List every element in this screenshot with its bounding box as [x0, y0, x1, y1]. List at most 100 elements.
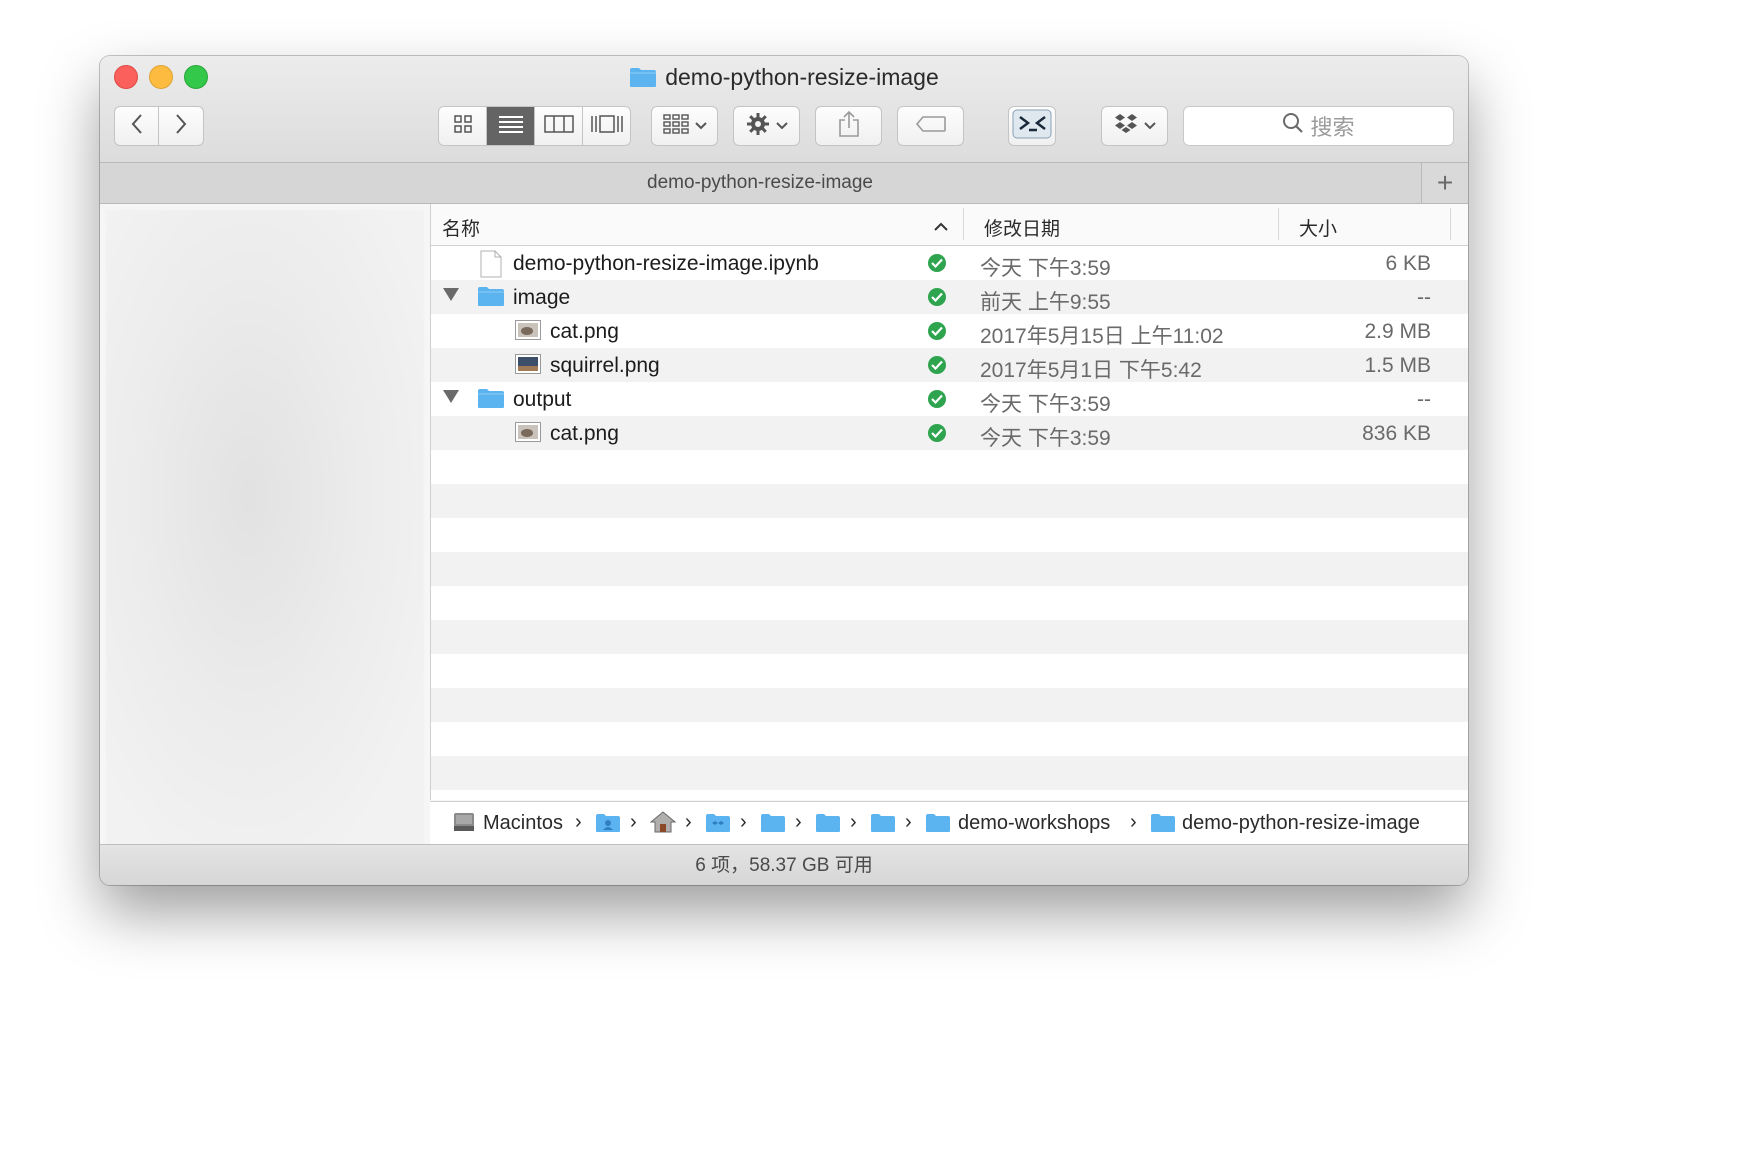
status-bar: 6 项，58.37 GB 可用: [100, 844, 1468, 885]
window-title: demo-python-resize-image: [665, 64, 939, 90]
folder-icon: [629, 66, 657, 94]
forward-button[interactable]: [158, 106, 204, 146]
column-view-button[interactable]: [535, 107, 583, 145]
empty-row: [431, 450, 1468, 484]
empty-row: [431, 518, 1468, 552]
file-size: --: [1417, 286, 1431, 309]
file-date: 2017年5月15日 上午11:02: [980, 325, 1224, 348]
file-name: image: [513, 286, 571, 309]
list-view-button[interactable]: [487, 107, 535, 145]
view-mode-control: [438, 106, 631, 146]
path-current-label[interactable]: demo-python-resize-image: [1182, 812, 1420, 835]
action-menu-button[interactable]: [733, 106, 800, 146]
search-icon: [1282, 112, 1304, 140]
back-button[interactable]: [114, 106, 159, 146]
file-list: 名称 修改日期 大小 demo-python-resize-image.ipyn…: [430, 204, 1468, 800]
search-placeholder: 搜索: [1310, 115, 1355, 140]
sync-check-icon: [928, 288, 946, 306]
chevron-down-icon: [775, 117, 788, 135]
column-size-header[interactable]: 大小: [1299, 214, 1337, 241]
file-date: 今天 下午3:59: [980, 257, 1111, 280]
file-date: 今天 下午3:59: [980, 393, 1111, 416]
chevron-right-icon: ›: [905, 811, 912, 833]
sort-ascending-icon[interactable]: [934, 216, 948, 238]
icon-view-button[interactable]: [439, 107, 487, 145]
path-disk-label[interactable]: Macintos: [483, 812, 565, 835]
image-thumbnail-icon: [515, 422, 541, 448]
file-row[interactable]: demo-python-resize-image.ipynb 今天 下午3:59…: [431, 246, 1468, 280]
chevron-right-icon: ›: [630, 811, 637, 833]
window-title-area: demo-python-resize-image: [100, 64, 1468, 94]
disclosure-triangle-icon[interactable]: [443, 390, 459, 403]
disclosure-triangle-icon[interactable]: [443, 288, 459, 301]
folder-icon: [477, 285, 505, 313]
file-name: demo-python-resize-image.ipynb: [513, 252, 819, 275]
group-icon: [662, 113, 689, 140]
folder-row[interactable]: output 今天 下午3:59 --: [431, 382, 1468, 416]
sync-check-icon: [928, 322, 946, 340]
toolbar: demo-python-resize-image 搜索: [100, 56, 1468, 163]
dropbox-folder-icon[interactable]: [705, 813, 731, 839]
empty-row: [431, 756, 1468, 790]
group-by-button[interactable]: [651, 106, 718, 146]
folder-icon[interactable]: [1150, 813, 1176, 839]
chevron-right-icon: [174, 113, 188, 140]
empty-row: [431, 722, 1468, 756]
file-row[interactable]: cat.png 2017年5月15日 上午11:02 2.9 MB: [431, 314, 1468, 348]
chevron-right-icon: ›: [575, 811, 582, 833]
folder-icon[interactable]: [760, 813, 786, 839]
file-name: cat.png: [550, 422, 619, 445]
home-icon[interactable]: [649, 810, 677, 840]
terminal-button[interactable]: [1008, 106, 1056, 146]
gallery-view-button[interactable]: [583, 107, 630, 145]
folder-icon[interactable]: [815, 813, 841, 839]
tab-bar: demo-python-resize-image +: [100, 163, 1468, 204]
column-name-header[interactable]: 名称: [442, 214, 480, 241]
file-date: 前天 上午9:55: [980, 291, 1111, 314]
file-name: output: [513, 388, 572, 411]
status-text: 6 项，58.37 GB 可用: [695, 855, 873, 876]
sync-check-icon: [928, 356, 946, 374]
image-thumbnail-icon: [515, 354, 541, 380]
tag-button[interactable]: [897, 106, 964, 146]
path-folder-label[interactable]: demo-workshops: [958, 812, 1110, 835]
empty-row: [431, 552, 1468, 586]
column-date-header[interactable]: 修改日期: [984, 214, 1060, 241]
share-button[interactable]: [815, 106, 882, 146]
folder-icon[interactable]: [870, 813, 896, 839]
folder-row[interactable]: image 前天 上午9:55 --: [431, 280, 1468, 314]
document-icon: [480, 250, 502, 284]
folder-icon: [477, 387, 505, 415]
terminal-icon: [1012, 109, 1052, 144]
grid-icon: [453, 114, 472, 138]
chevron-down-icon: [1143, 117, 1156, 135]
tag-icon: [915, 115, 947, 138]
tab-current[interactable]: demo-python-resize-image: [100, 172, 1420, 194]
file-date: 2017年5月1日 下午5:42: [980, 359, 1202, 382]
dropbox-button[interactable]: [1101, 106, 1168, 146]
file-size: 1.5 MB: [1364, 354, 1431, 377]
columns-icon: [543, 114, 574, 139]
image-thumbnail-icon: [515, 320, 541, 346]
file-name: cat.png: [550, 320, 619, 343]
file-row[interactable]: cat.png 今天 下午3:59 836 KB: [431, 416, 1468, 450]
empty-row: [431, 654, 1468, 688]
search-field[interactable]: 搜索: [1183, 106, 1454, 146]
file-row[interactable]: squirrel.png 2017年5月1日 下午5:42 1.5 MB: [431, 348, 1468, 382]
hard-disk-icon[interactable]: [452, 810, 476, 840]
chevron-right-icon: ›: [795, 811, 802, 833]
file-name: squirrel.png: [550, 354, 660, 377]
user-folder-icon[interactable]: [595, 813, 621, 839]
folder-icon[interactable]: [925, 813, 951, 839]
chevron-left-icon: [130, 113, 144, 140]
file-size: 6 KB: [1385, 252, 1431, 275]
chevron-right-icon: ›: [740, 811, 747, 833]
new-tab-button[interactable]: +: [1421, 163, 1468, 203]
empty-row: [431, 586, 1468, 620]
empty-row: [431, 620, 1468, 654]
finder-window: demo-python-resize-image 搜索 demo-python-…: [100, 56, 1468, 885]
file-size: --: [1417, 388, 1431, 411]
path-bar: Macintos › › › › › › › demo-workshops › …: [430, 801, 1468, 845]
sidebar[interactable]: [106, 210, 424, 846]
chevron-down-icon: [694, 117, 707, 135]
